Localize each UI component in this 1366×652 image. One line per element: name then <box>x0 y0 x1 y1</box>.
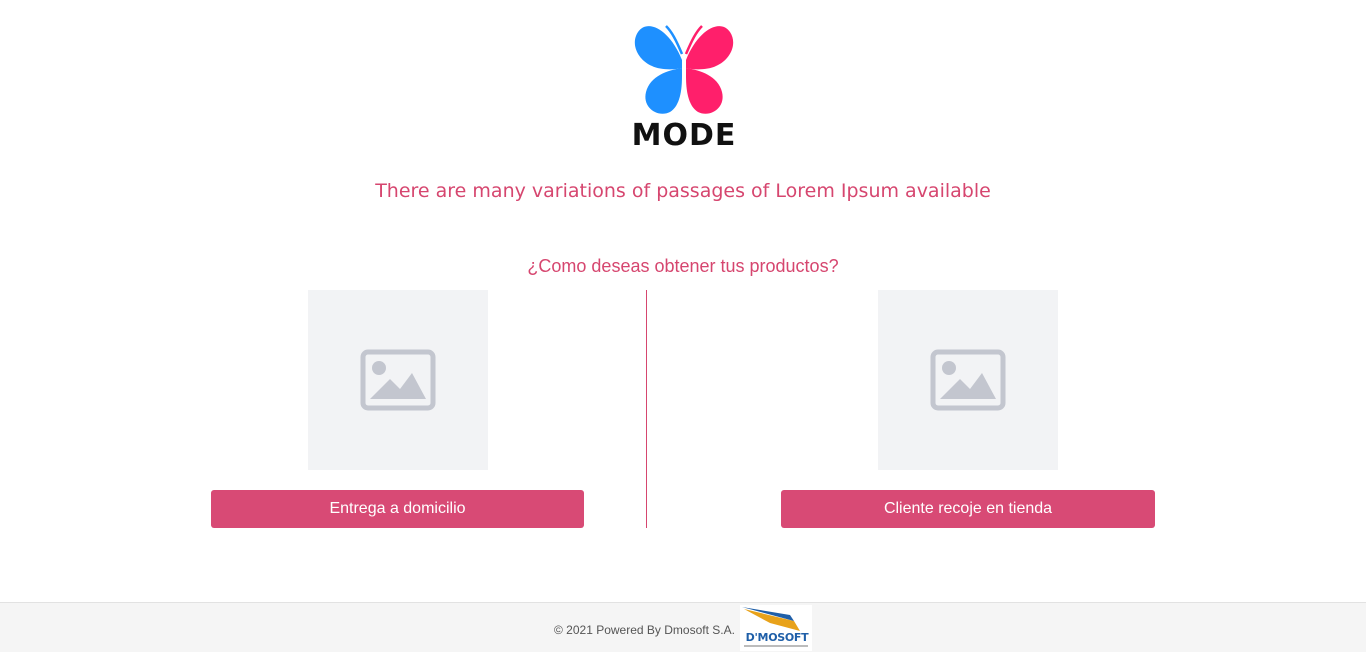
mode-logo: MODE <box>630 20 738 155</box>
home-delivery-button[interactable]: Entrega a domicilio <box>211 490 584 528</box>
image-placeholder-icon <box>360 349 436 411</box>
store-pickup-image <box>878 290 1058 470</box>
footer-copyright: © 2021 Powered By Dmosoft S.A. <box>554 623 735 637</box>
image-placeholder-icon <box>930 349 1006 411</box>
options-divider <box>646 290 647 528</box>
page-headline: There are many variations of passages of… <box>375 180 991 202</box>
store-pickup-button[interactable]: Cliente recoje en tienda <box>781 490 1155 528</box>
butterfly-icon <box>634 25 734 114</box>
dmosoft-tagline-bar <box>744 645 808 647</box>
home-delivery-image <box>308 290 488 470</box>
dmosoft-logo-text: D'MOSOFT <box>745 631 809 644</box>
logo-text: MODE <box>631 118 737 153</box>
footer: © 2021 Powered By Dmosoft S.A. D'MOSOFT <box>0 602 1366 652</box>
delivery-question: ¿Como deseas obtener tus productos? <box>527 256 839 276</box>
dmosoft-logo[interactable]: D'MOSOFT <box>740 605 812 651</box>
